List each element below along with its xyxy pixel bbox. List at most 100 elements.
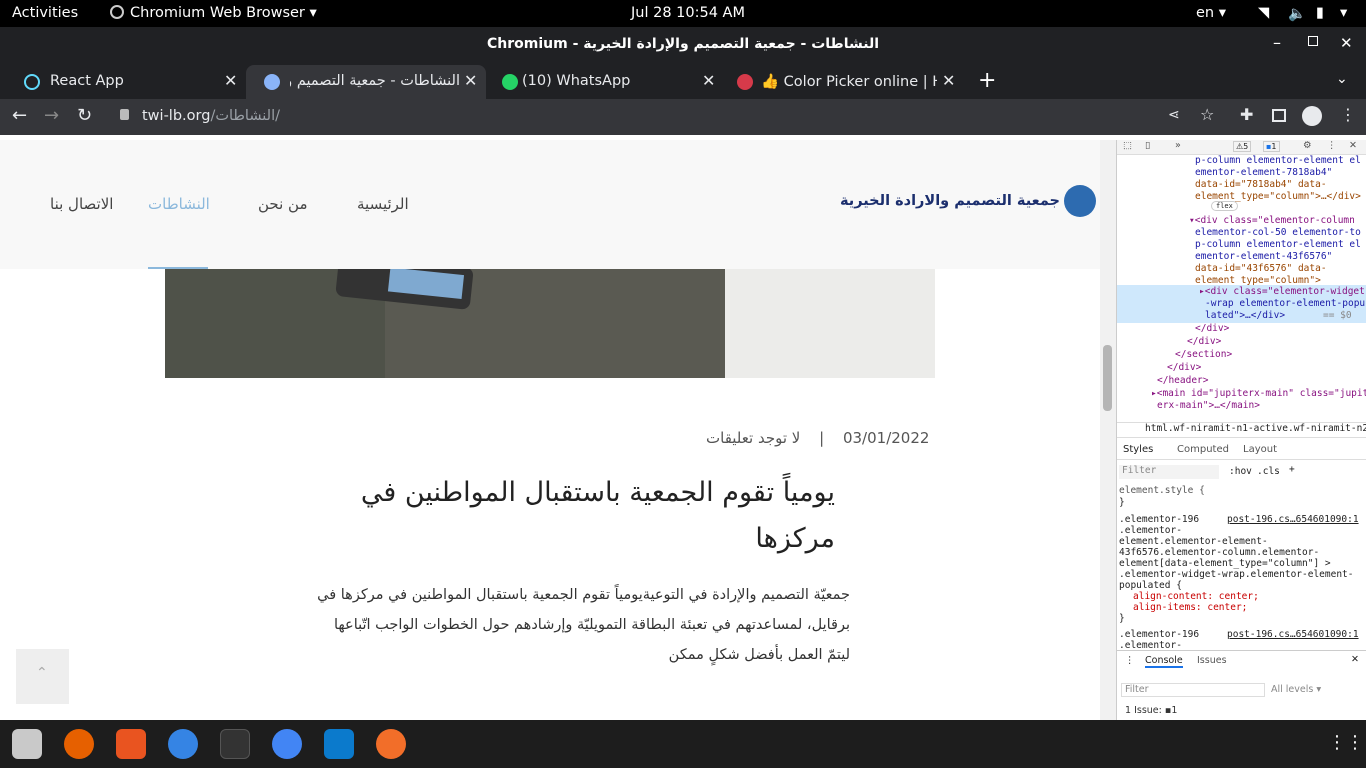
dom-line[interactable]: </div> <box>1167 362 1201 373</box>
tab-react-app[interactable]: React App ✕ <box>6 65 246 99</box>
site-logo[interactable]: جمعية التصميم والارادة الخيرية <box>840 184 1098 220</box>
forward-icon[interactable]: → <box>44 105 59 126</box>
console-filter-input[interactable]: Filter <box>1121 683 1265 697</box>
dom-line[interactable]: </header> <box>1157 375 1208 386</box>
clock[interactable]: Jul 28 10:54 AM <box>631 5 745 21</box>
close-icon[interactable]: ✕ <box>1340 34 1353 52</box>
chromium-dock-icon[interactable] <box>272 729 302 759</box>
styles-filter-input[interactable]: Filter <box>1119 465 1219 479</box>
dom-line[interactable]: ▸<main id="jupiterx-main" class="jupit <box>1151 388 1366 399</box>
dom-line[interactable]: data-id="43f6576" data- <box>1195 263 1327 274</box>
log-levels-dropdown[interactable]: All levels ▾ <box>1271 684 1321 695</box>
style-rule-line[interactable]: element.elementor-element- <box>1119 536 1268 547</box>
message-badge[interactable]: ▪1 <box>1263 141 1280 152</box>
dom-line[interactable]: lated">…</div> <box>1205 310 1285 321</box>
style-rule-line[interactable]: .elementor-196 <box>1119 514 1199 525</box>
style-rule-line[interactable]: element.style { <box>1119 485 1205 496</box>
dom-line[interactable]: </div> <box>1195 323 1229 334</box>
style-declaration[interactable]: align-content: center; <box>1133 591 1259 602</box>
app-menu[interactable]: Chromium Web Browser ▾ <box>110 5 317 21</box>
style-source-link[interactable]: post-196.cs…654601090:1 <box>1227 629 1359 640</box>
battery-icon[interactable]: ▮ <box>1316 5 1324 21</box>
nav-activities[interactable]: النشاطات <box>148 195 210 213</box>
device-toggle-icon[interactable]: ▯ <box>1145 140 1150 151</box>
tab-search-icon[interactable]: ⌄ <box>1336 71 1348 87</box>
wifi-icon[interactable]: ◥ <box>1258 5 1269 21</box>
scrollbar-thumb[interactable] <box>1103 345 1112 411</box>
new-tab-icon[interactable]: + <box>978 68 996 93</box>
flex-badge[interactable]: flex <box>1211 201 1238 211</box>
dom-line[interactable]: </section> <box>1175 349 1232 360</box>
style-source-link[interactable]: post-196.cs…654601090:1 <box>1227 514 1359 525</box>
post-title[interactable]: يومياً تقوم الجمعية باستقبال المواطنين ف… <box>290 470 835 562</box>
style-rule-line[interactable]: element[data-element_type="column"] > <box>1119 558 1331 569</box>
style-rule-line[interactable]: } <box>1119 497 1125 508</box>
settings-gear-icon[interactable]: ⚙ <box>1303 140 1312 151</box>
tab-color-picker[interactable]: 👍 Color Picker online | HE ✕ <box>724 65 964 99</box>
comments-link[interactable]: لا توجد تعليقات <box>706 429 800 447</box>
side-panel-icon[interactable] <box>1272 109 1286 122</box>
dom-line[interactable]: p-column elementor-element el <box>1195 239 1361 250</box>
tab-close-icon[interactable]: ✕ <box>942 71 955 90</box>
nav-home[interactable]: الرئيسية <box>357 195 409 213</box>
dom-line[interactable]: data-id="7818ab4" data- <box>1195 179 1327 190</box>
drawer-close-icon[interactable]: ✕ <box>1351 654 1359 665</box>
volume-icon[interactable]: 🔈 <box>1288 5 1306 22</box>
style-rule-line[interactable]: 43f6576.elementor-column.elementor- <box>1119 547 1319 558</box>
language-indicator[interactable]: en ▾ <box>1196 5 1226 21</box>
hov-toggle[interactable]: :hov <box>1229 466 1252 477</box>
tab-styles[interactable]: Styles <box>1123 444 1153 455</box>
new-rule-icon[interactable]: + <box>1289 464 1295 475</box>
drawer-menu-icon[interactable]: ⋮ <box>1125 655 1135 666</box>
tab-close-icon[interactable]: ✕ <box>224 71 237 90</box>
dom-line[interactable]: elementor-col-50 elementor-to <box>1195 227 1361 238</box>
dom-line[interactable]: ▾<div class="elementor-column <box>1189 215 1355 226</box>
activities-button[interactable]: Activities <box>12 5 78 21</box>
style-rule-line[interactable]: .elementor- <box>1119 525 1182 536</box>
dom-line[interactable]: ementor-element-7818ab4" <box>1195 167 1332 178</box>
tab-console[interactable]: Console <box>1145 655 1183 668</box>
scroll-to-top-button[interactable]: ⌃ <box>16 649 69 704</box>
cls-toggle[interactable]: .cls <box>1257 466 1280 477</box>
style-rule-line[interactable]: .elementor-widget-wrap.elementor-element… <box>1119 569 1354 580</box>
page-scrollbar[interactable] <box>1100 140 1116 720</box>
style-rule-line[interactable]: .elementor- <box>1119 640 1182 649</box>
help-icon[interactable] <box>168 729 198 759</box>
files-icon[interactable] <box>12 729 42 759</box>
bookmark-star-icon[interactable]: ☆ <box>1200 105 1214 124</box>
vscode-icon[interactable] <box>324 729 354 759</box>
tab-whatsapp[interactable]: (10) WhatsApp ✕ <box>484 65 726 99</box>
dom-line[interactable]: ementor-element-43f6576" <box>1195 251 1332 262</box>
style-rule-line[interactable]: } <box>1119 613 1125 624</box>
minimize-icon[interactable]: – <box>1273 33 1281 52</box>
tab-layout[interactable]: Layout <box>1243 444 1277 455</box>
tab-close-icon[interactable]: ✕ <box>464 71 477 90</box>
devtools-menu-icon[interactable]: ⋮ <box>1327 140 1337 151</box>
warning-badge[interactable]: ⚠5 <box>1233 141 1252 152</box>
software-center-icon[interactable] <box>116 729 146 759</box>
chrome-menu-icon[interactable]: ⋮ <box>1340 105 1356 124</box>
tab-close-icon[interactable]: ✕ <box>702 71 715 90</box>
system-menu-icon[interactable]: ▾ <box>1340 5 1347 21</box>
style-rule-line[interactable]: populated { <box>1119 580 1182 591</box>
maximize-icon[interactable] <box>1308 36 1318 46</box>
tab-computed[interactable]: Computed <box>1177 444 1229 455</box>
tab-activities-page[interactable]: النشاطات - جمعية التصميم و ✕ <box>246 65 486 99</box>
share-icon[interactable]: ⋖ <box>1168 107 1180 123</box>
reload-icon[interactable]: ↻ <box>77 105 92 126</box>
dom-line[interactable]: -wrap elementor-element-popu <box>1205 298 1365 309</box>
more-panels-icon[interactable]: » <box>1175 140 1181 151</box>
style-declaration[interactable]: align-items: center; <box>1133 602 1247 613</box>
dom-line[interactable]: p-column elementor-element el <box>1195 155 1361 166</box>
dom-breadcrumb[interactable]: html.wf-niramit-n1-active.wf-niramit-n2-… <box>1117 422 1366 438</box>
devtools-close-icon[interactable]: ✕ <box>1349 140 1357 151</box>
extensions-icon[interactable]: ✚ <box>1240 105 1253 124</box>
back-icon[interactable]: ← <box>12 105 27 126</box>
profile-icon[interactable] <box>1302 106 1322 126</box>
tab-issues[interactable]: Issues <box>1197 655 1227 666</box>
dom-line[interactable]: erx-main">…</main> <box>1157 400 1260 411</box>
style-rule-line[interactable]: .elementor-196 <box>1119 629 1199 640</box>
issues-counter[interactable]: 1 Issue: ▪1 <box>1125 705 1177 716</box>
terminal-icon[interactable] <box>220 729 250 759</box>
postman-icon[interactable] <box>376 729 406 759</box>
